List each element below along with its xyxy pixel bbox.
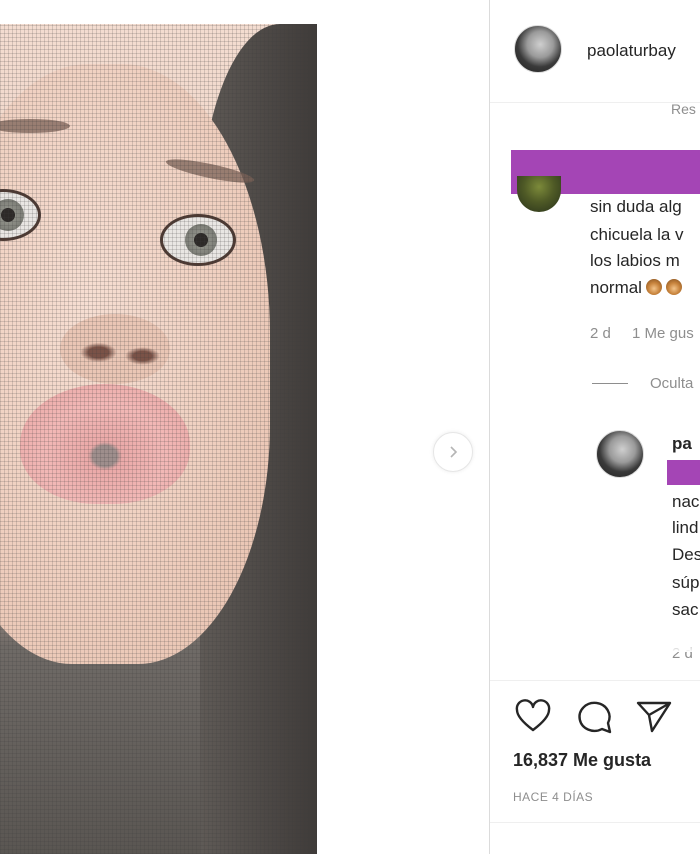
comment-icon[interactable] (574, 697, 614, 737)
author-avatar[interactable] (514, 25, 562, 73)
share-icon[interactable] (634, 697, 674, 737)
monkey-emoji-icon (645, 279, 662, 295)
comment-time[interactable]: 2 d (590, 325, 611, 342)
hide-replies-link[interactable]: Oculta (650, 375, 693, 392)
chevron-right-icon (450, 446, 458, 458)
comment-line-last: normal (590, 275, 682, 301)
post-timestamp[interactable]: HACE 4 DÍAS (513, 790, 593, 804)
comment-likes[interactable]: 1 Me gus (632, 325, 694, 342)
monkey-emoji-icon (665, 279, 682, 295)
reply-line: sac (672, 600, 699, 619)
author-username[interactable]: paolaturbay (587, 41, 676, 61)
replies-divider (592, 383, 628, 384)
commenter-avatar[interactable] (517, 176, 561, 212)
reply-line: lind (672, 518, 699, 537)
carousel-next-button[interactable] (433, 432, 473, 472)
comment-line: los labios m (590, 251, 680, 270)
reply-link[interactable]: Res (671, 101, 696, 117)
reply-avatar[interactable] (596, 430, 644, 478)
post-header: paolaturbay (490, 0, 700, 103)
reply-line: nac (672, 492, 700, 511)
reply-username[interactable]: pa (672, 434, 692, 454)
reply-line: Des (672, 545, 700, 564)
redacted-mention (667, 460, 700, 485)
divider (490, 822, 700, 823)
reply-line: súp (672, 573, 700, 592)
comment-line: chicuela la v (590, 225, 684, 244)
post-side-panel: paolaturbay Res sin duda alg chicuela la… (489, 0, 700, 854)
post-actions: 16,837 Me gusta HACE 4 DÍAS (490, 680, 700, 823)
like-count[interactable]: 16,837 Me gusta (513, 750, 651, 771)
comment-line: normal (590, 278, 642, 297)
post-photo[interactable] (0, 24, 317, 854)
comment-line: sin duda alg (590, 197, 682, 216)
heart-icon[interactable] (513, 697, 553, 737)
